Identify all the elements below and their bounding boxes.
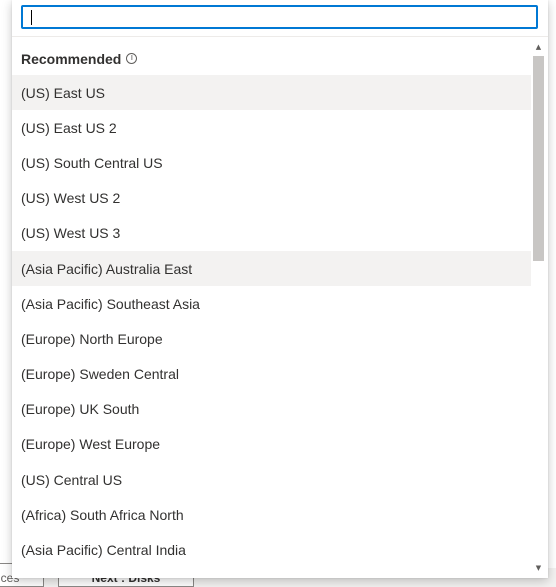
region-option[interactable]: (US) Central US bbox=[12, 462, 531, 497]
region-option-label: (US) East US 2 bbox=[21, 119, 117, 136]
region-option-label: (Asia Pacific) Southeast Asia bbox=[21, 295, 200, 312]
options-container: (US) East US (US) East US 2 (US) South Cen… bbox=[12, 75, 531, 568]
region-option-label: (Africa) South Africa North bbox=[21, 506, 184, 523]
scroll-down-icon[interactable]: ▼ bbox=[534, 563, 543, 572]
region-option-label: (US) South Central US bbox=[21, 154, 163, 171]
region-option-label: (Asia Pacific) Australia East bbox=[21, 260, 193, 277]
region-option-label: (US) Central US bbox=[21, 471, 123, 488]
text-cursor bbox=[31, 10, 32, 25]
region-option-label: (Asia Pacific) Central India bbox=[21, 542, 186, 559]
region-option[interactable]: (Asia Pacific) Central India bbox=[12, 532, 531, 567]
divider bbox=[12, 36, 548, 37]
search-box[interactable] bbox=[21, 5, 538, 29]
region-dropdown-panel: Recommended i (US) East US (US) East US 2… bbox=[12, 0, 548, 578]
region-option[interactable]: (US) East US 2 bbox=[12, 110, 531, 145]
region-list: Recommended i (US) East US (US) East US 2… bbox=[12, 42, 531, 578]
region-option[interactable]: (Europe) West Europe bbox=[12, 427, 531, 462]
region-option[interactable]: (Europe) UK South bbox=[12, 392, 531, 427]
region-option[interactable]: (US) West US 2 bbox=[12, 181, 531, 216]
region-option[interactable]: (Asia Pacific) Australia East bbox=[12, 250, 531, 287]
region-option-label: (Europe) Sweden Central bbox=[21, 366, 179, 383]
vertical-scrollbar[interactable]: ▲ ▼ bbox=[531, 42, 546, 572]
region-option[interactable]: (Africa) South Africa North bbox=[12, 497, 531, 532]
region-option-label: (Europe) UK South bbox=[21, 401, 140, 418]
region-option-label: (Europe) West Europe bbox=[21, 436, 161, 453]
region-option-label: (US) West US 3 bbox=[21, 225, 121, 242]
region-option[interactable]: (Europe) Sweden Central bbox=[12, 357, 531, 392]
region-option[interactable]: (US) South Central US bbox=[12, 145, 531, 180]
region-option[interactable]: (Europe) North Europe bbox=[12, 321, 531, 356]
region-option-label: (US) East US bbox=[21, 84, 106, 101]
group-header-label: Recommended bbox=[21, 50, 122, 67]
region-option-label: (US) West US 2 bbox=[21, 190, 121, 207]
scroll-thumb[interactable] bbox=[533, 56, 544, 261]
group-header-recommended: Recommended i bbox=[12, 42, 531, 75]
info-icon[interactable]: i bbox=[126, 53, 138, 64]
region-option[interactable]: (US) East US bbox=[12, 75, 531, 111]
region-option-label: (Europe) North Europe bbox=[21, 330, 163, 347]
search-input[interactable] bbox=[23, 7, 536, 27]
scroll-up-icon[interactable]: ▲ bbox=[534, 42, 543, 51]
region-option[interactable]: (Asia Pacific) Southeast Asia bbox=[12, 286, 531, 321]
region-option[interactable]: (US) West US 3 bbox=[12, 216, 531, 251]
